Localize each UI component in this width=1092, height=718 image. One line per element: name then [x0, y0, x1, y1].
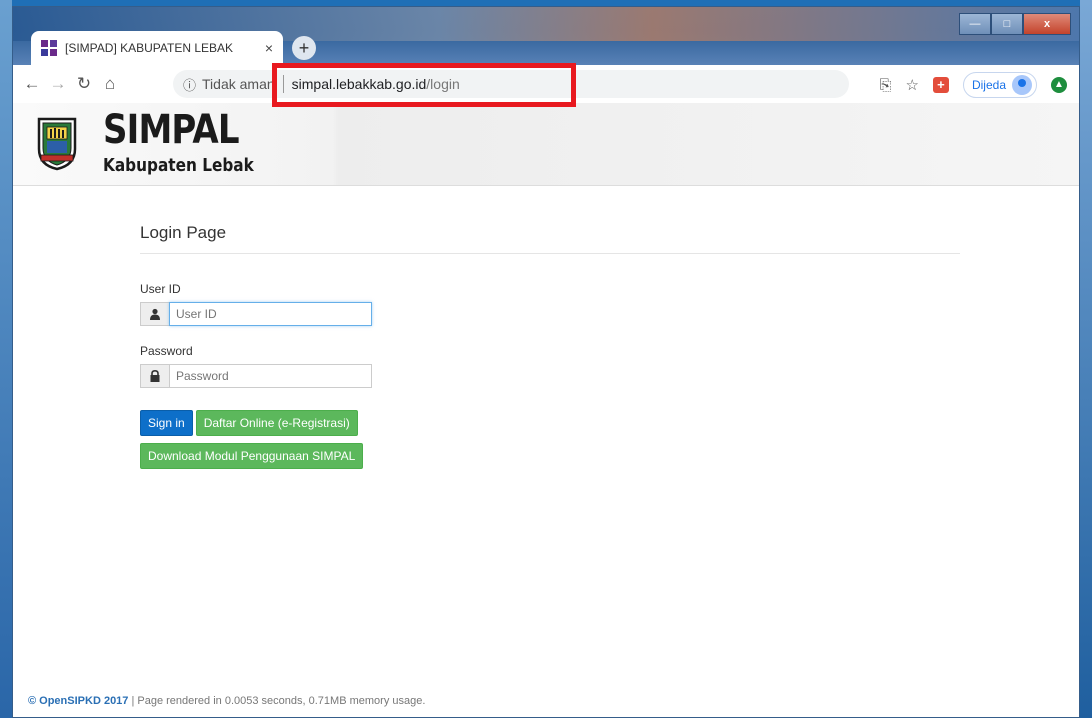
profile-button[interactable]: Dijeda: [962, 72, 1037, 98]
desktop-background-left: [0, 0, 12, 718]
info-icon[interactable]: ⓘ: [183, 75, 196, 94]
signin-button[interactable]: Sign in: [140, 410, 193, 436]
userid-input-group: [140, 302, 372, 326]
extension-icon[interactable]: +: [932, 77, 949, 93]
password-label: Password: [140, 344, 193, 358]
update-icon[interactable]: ▲: [1051, 77, 1067, 93]
userid-input[interactable]: [169, 302, 372, 326]
site-header: SIMPAL Kabupaten Lebak: [13, 103, 1079, 186]
browser-titlebar: [SIMPAD] KABUPATEN LEBAK × + — □ x: [13, 7, 1079, 67]
web-page: SIMPAL Kabupaten Lebak Login Page User I…: [13, 103, 1079, 717]
home-icon[interactable]: ⌂: [97, 74, 123, 94]
avatar-icon: [1012, 75, 1032, 95]
translate-icon[interactable]: ⎘: [880, 77, 892, 94]
login-panel: Login Page User ID Password Sign in Daft…: [140, 223, 960, 469]
logo-title: SIMPAL: [103, 107, 240, 153]
desktop-background-right: [1080, 0, 1092, 718]
browser-window: [SIMPAD] KABUPATEN LEBAK × + — □ x ← → ↻…: [12, 6, 1080, 718]
tab-close-icon[interactable]: ×: [265, 40, 273, 56]
download-row: Download Modul Penggunaan SIMPAL: [140, 443, 960, 469]
minimize-button[interactable]: —: [959, 13, 991, 35]
password-input[interactable]: [169, 364, 372, 388]
browser-tab[interactable]: [SIMPAD] KABUPATEN LEBAK ×: [31, 31, 283, 65]
tab-title: [SIMPAD] KABUPATEN LEBAK: [65, 41, 234, 55]
profile-name: Dijeda: [971, 78, 1006, 92]
userid-label: User ID: [140, 282, 181, 296]
url-highlight-box: [272, 63, 576, 107]
security-status: Tidak aman: [202, 76, 275, 92]
login-actions: Sign in Daftar Online (e-Registrasi): [140, 410, 960, 436]
simpad-favicon-icon: [41, 40, 57, 56]
lebak-emblem-icon: [37, 117, 77, 171]
logo-subtitle: Kabupaten Lebak: [103, 155, 254, 176]
reload-icon[interactable]: ↻: [71, 74, 97, 94]
back-icon[interactable]: ←: [19, 74, 45, 94]
opensipkd-link[interactable]: © OpenSIPKD 2017: [28, 695, 128, 707]
new-tab-button[interactable]: +: [292, 36, 316, 60]
maximize-button[interactable]: □: [991, 13, 1023, 35]
render-stats: | Page rendered in 0.0053 seconds, 0.71M…: [128, 695, 426, 707]
bookmark-star-icon[interactable]: ☆: [906, 76, 919, 94]
register-button[interactable]: Daftar Online (e-Registrasi): [195, 410, 358, 436]
user-icon: [140, 302, 169, 326]
forward-icon[interactable]: →: [45, 74, 71, 94]
close-window-button[interactable]: x: [1023, 13, 1071, 35]
page-title: Login Page: [140, 223, 960, 254]
toolbar-actions: ⎘ ☆ + Dijeda ▲: [880, 72, 1067, 98]
password-input-group: [140, 364, 372, 388]
download-manual-button[interactable]: Download Modul Penggunaan SIMPAL: [140, 443, 364, 469]
page-footer: © OpenSIPKD 2017 | Page rendered in 0.00…: [28, 695, 425, 707]
window-controls: — □ x: [959, 13, 1071, 35]
lock-icon: [140, 364, 169, 388]
